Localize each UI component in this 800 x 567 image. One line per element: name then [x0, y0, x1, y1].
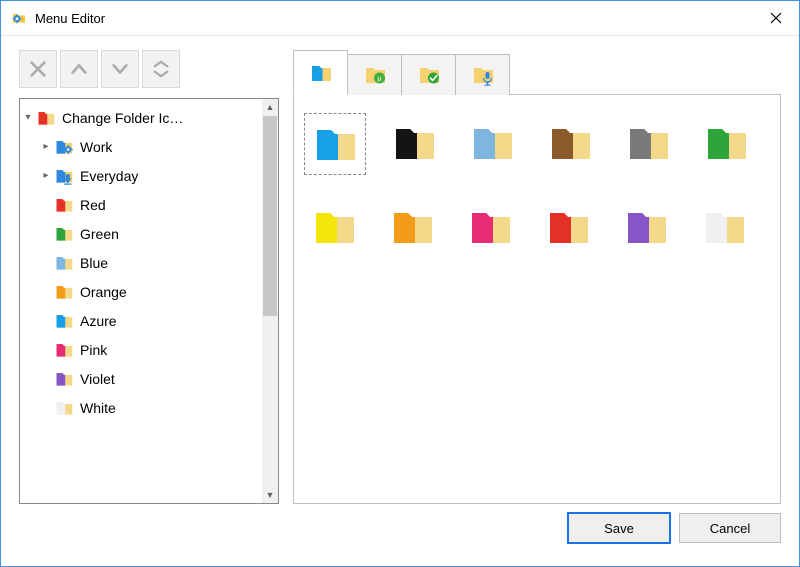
folder-icon-option[interactable]: [462, 113, 522, 173]
move-up-button[interactable]: [60, 50, 98, 88]
folder-icon-option[interactable]: [304, 113, 366, 175]
scroll-up-icon[interactable]: ▲: [262, 99, 278, 115]
folder-icon: [622, 203, 670, 251]
expand-collapse-icon[interactable]: ▸: [38, 141, 54, 152]
folder-icon: [700, 203, 748, 251]
tree-leaf-blue[interactable]: Blue: [20, 248, 262, 277]
folder-icon: [54, 369, 74, 389]
tree-item-label: Change Folder Ic…: [62, 110, 183, 126]
dialog-buttons: Save Cancel: [19, 504, 781, 552]
tree-item-label: Red: [80, 197, 106, 213]
folder-icon: [54, 398, 74, 418]
move-down-button[interactable]: [101, 50, 139, 88]
tab-icon: µ: [363, 63, 387, 87]
tree-scroll-area[interactable]: ▾ Change Folder Ic… ▸ Work ▸ Everyday Red Green…: [20, 99, 262, 503]
folder-icon: [54, 195, 74, 215]
tree-item-label: Pink: [80, 342, 107, 358]
tree-item-label: White: [80, 400, 116, 416]
close-button[interactable]: [753, 1, 799, 35]
tree-branch-work[interactable]: ▸ Work: [20, 132, 262, 161]
expand-collapse-icon[interactable]: ▸: [38, 170, 54, 181]
tree-scrollbar[interactable]: ▲ ▼: [262, 99, 278, 503]
window: Menu Editor: [0, 0, 800, 567]
tree-leaf-violet[interactable]: Violet: [20, 364, 262, 393]
tree-item-label: Blue: [80, 255, 108, 271]
cancel-button[interactable]: Cancel: [679, 513, 781, 543]
tab-colors[interactable]: [293, 50, 348, 95]
title-bar: Menu Editor: [1, 1, 799, 36]
tree-leaf-orange[interactable]: Orange: [20, 277, 262, 306]
folder-icon-option[interactable]: [304, 197, 364, 257]
folder-icon-option[interactable]: [460, 197, 520, 257]
tree-item-label: Azure: [80, 313, 117, 329]
folder-icon: [54, 166, 74, 186]
window-title: Menu Editor: [35, 11, 753, 26]
folder-icon-option[interactable]: [382, 197, 442, 257]
icon-tabstrip: µ: [293, 50, 781, 95]
save-button[interactable]: Save: [567, 512, 671, 544]
folder-icon: [311, 120, 359, 168]
expand-collapse-icon[interactable]: ▾: [20, 112, 36, 123]
tree-root[interactable]: ▾ Change Folder Ic…: [20, 103, 262, 132]
folder-icon: [624, 119, 672, 167]
tree-leaf-pink[interactable]: Pink: [20, 335, 262, 364]
tab-mic[interactable]: [455, 54, 510, 95]
folder-icon: [54, 224, 74, 244]
menu-tree: ▾ Change Folder Ic… ▸ Work ▸ Everyday Red Green…: [19, 98, 279, 504]
tab-icon: [417, 63, 441, 87]
tree-leaf-white[interactable]: White: [20, 393, 262, 422]
tree-item-label: Orange: [80, 284, 127, 300]
folder-icon: [54, 311, 74, 331]
folder-icon-option[interactable]: [618, 113, 678, 173]
folder-icon: [390, 119, 438, 167]
tree-item-label: Work: [80, 139, 112, 155]
folder-icon: [546, 119, 594, 167]
left-panel: ▾ Change Folder Ic… ▸ Work ▸ Everyday Red Green…: [19, 50, 279, 504]
sort-button[interactable]: [142, 50, 180, 88]
folder-icon: [544, 203, 592, 251]
tree-leaf-green[interactable]: Green: [20, 219, 262, 248]
folder-icon: [702, 119, 750, 167]
tree-branch-everyday[interactable]: ▸ Everyday: [20, 161, 262, 190]
folder-icon-option[interactable]: [540, 113, 600, 173]
folder-icon-option[interactable]: [616, 197, 676, 257]
icon-grid: [293, 95, 781, 504]
folder-icon-option[interactable]: [696, 113, 756, 173]
right-panel: µ: [293, 50, 781, 504]
delete-button[interactable]: [19, 50, 57, 88]
folder-icon: [54, 137, 74, 157]
folder-icon: [466, 203, 514, 251]
panels: ▾ Change Folder Ic… ▸ Work ▸ Everyday Red Green…: [19, 50, 781, 504]
tree-toolbar: [19, 50, 279, 88]
folder-icon: [388, 203, 436, 251]
app-icon: [11, 10, 27, 26]
tree-leaf-azure[interactable]: Azure: [20, 306, 262, 335]
folder-icon: [54, 253, 74, 273]
tab-torrent[interactable]: µ: [347, 54, 402, 95]
folder-icon: [468, 119, 516, 167]
tab-icon: [309, 61, 333, 85]
tab-checked[interactable]: [401, 54, 456, 95]
tree-item-label: Everyday: [80, 168, 138, 184]
scroll-down-icon[interactable]: ▼: [262, 487, 278, 503]
tree-item-label: Violet: [80, 371, 115, 387]
folder-icon: [54, 282, 74, 302]
folder-icon-option[interactable]: [694, 197, 754, 257]
tree-item-label: Green: [80, 226, 119, 242]
dialog-body: ▾ Change Folder Ic… ▸ Work ▸ Everyday Red Green…: [1, 36, 799, 566]
folder-icon: [36, 108, 56, 128]
scroll-thumb[interactable]: [263, 116, 277, 316]
folder-icon-option[interactable]: [384, 113, 444, 173]
tab-icon: [471, 63, 495, 87]
svg-text:µ: µ: [377, 74, 382, 83]
folder-icon-option[interactable]: [538, 197, 598, 257]
tree-leaf-red[interactable]: Red: [20, 190, 262, 219]
folder-icon: [54, 340, 74, 360]
folder-icon: [310, 203, 358, 251]
